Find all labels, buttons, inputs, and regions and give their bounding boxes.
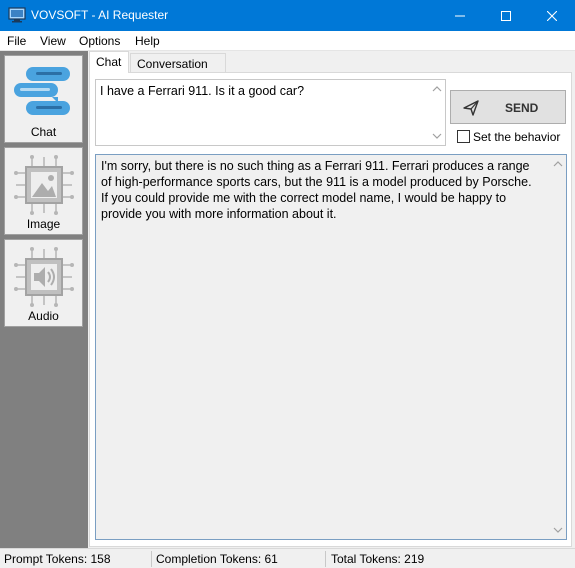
- sidebar-item-label: Image: [26, 217, 61, 231]
- prompt-tokens: Prompt Tokens: 158: [4, 552, 111, 566]
- response-scrollbar[interactable]: [550, 155, 566, 539]
- menu-options[interactable]: Options: [79, 34, 120, 48]
- response-memo[interactable]: I'm sorry, but there is no such thing as…: [95, 154, 567, 540]
- status-divider: [325, 551, 326, 567]
- sidebar-item-image[interactable]: Image: [4, 147, 83, 235]
- menu-view[interactable]: View: [40, 34, 66, 48]
- window-title: VOVSOFT - AI Requester: [31, 8, 169, 22]
- send-button[interactable]: SEND: [450, 90, 566, 124]
- total-tokens: Total Tokens: 219: [331, 552, 425, 566]
- send-label: SEND: [505, 101, 539, 115]
- send-icon: [463, 100, 479, 116]
- menu-file[interactable]: File: [7, 34, 26, 48]
- menu-help[interactable]: Help: [135, 34, 160, 48]
- response-text: I'm sorry, but there is no such thing as…: [101, 159, 532, 221]
- set-behavior-label: Set the behavior: [473, 130, 561, 144]
- prompt-input[interactable]: I have a Ferrari 911. Is it a good car?: [95, 79, 446, 146]
- completion-tokens: Completion Tokens: 61: [156, 552, 278, 566]
- minimize-button[interactable]: [437, 0, 483, 31]
- sidebar: Chat Image Audio: [0, 51, 88, 548]
- menu-bar: File View Options Help: [0, 31, 575, 51]
- scroll-up-icon: [432, 86, 442, 92]
- sidebar-item-chat[interactable]: Chat: [4, 55, 83, 143]
- scroll-down-icon: [432, 133, 442, 139]
- prompt-text: I have a Ferrari 911. Is it a good car?: [100, 84, 305, 98]
- tab-chat[interactable]: Chat: [89, 51, 129, 73]
- maximize-button[interactable]: [483, 0, 529, 31]
- status-bar: Prompt Tokens: 158 Completion Tokens: 61…: [0, 548, 575, 568]
- sidebar-item-label: Chat: [30, 125, 57, 139]
- audio-chip-icon: [14, 247, 74, 307]
- tab-conversation-log[interactable]: Conversation Log: [130, 53, 226, 85]
- chat-tab-panel: I have a Ferrari 911. Is it a good car? …: [89, 72, 572, 547]
- checkbox-box[interactable]: [457, 130, 470, 143]
- scroll-down-icon: [553, 527, 563, 533]
- title-bar: VOVSOFT - AI Requester: [0, 0, 575, 31]
- prompt-scrollbar[interactable]: [429, 80, 445, 145]
- close-icon: [547, 10, 557, 21]
- chat-bubbles-icon: [14, 67, 70, 115]
- minimize-icon: [455, 15, 465, 16]
- image-chip-icon: [14, 155, 74, 215]
- close-button[interactable]: [529, 0, 575, 31]
- status-divider: [151, 551, 152, 567]
- sidebar-item-audio[interactable]: Audio: [4, 239, 83, 327]
- sidebar-item-label: Audio: [28, 309, 59, 323]
- scroll-up-icon: [553, 161, 563, 167]
- app-monitor-icon: [8, 7, 26, 23]
- maximize-icon: [501, 10, 511, 21]
